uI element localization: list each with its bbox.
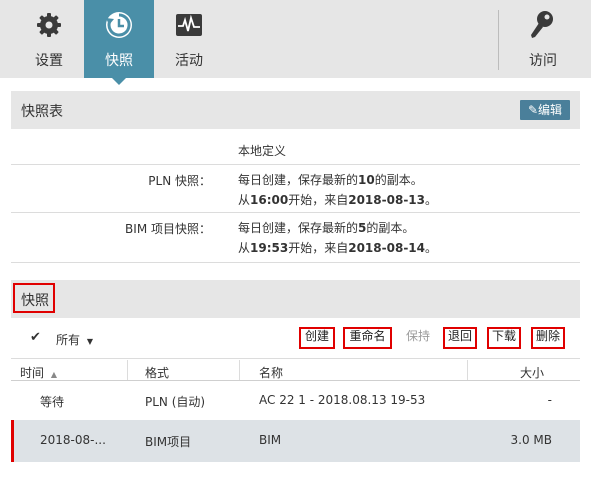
column-separator bbox=[467, 360, 468, 380]
column-separator bbox=[127, 360, 128, 380]
table-row-selected[interactable]: 2018-08-... BIM项目 BIM 3.0 MB bbox=[11, 420, 580, 462]
tab-activity-label: 活动 bbox=[175, 53, 203, 69]
nav-divider bbox=[498, 10, 499, 70]
row-name: BIM bbox=[259, 433, 282, 447]
tab-access[interactable]: 访问 bbox=[508, 0, 578, 78]
column-separator bbox=[239, 360, 240, 380]
sort-up-icon: ▲ bbox=[50, 370, 57, 379]
bim-snapshot-description: 每日创建，保存最新的5的副本。 从19:53开始，来自2018-08-14。 bbox=[238, 221, 438, 255]
divider bbox=[11, 212, 580, 213]
local-definition-text: 本地定义 bbox=[238, 144, 287, 158]
row-format: BIM项目 bbox=[145, 435, 192, 449]
keep-button[interactable]: 保持 bbox=[400, 327, 436, 349]
tab-settings[interactable]: 设置 bbox=[14, 0, 84, 78]
snapshots-header: 快照 bbox=[11, 280, 580, 318]
row-size: 3.0 MB bbox=[510, 433, 552, 447]
highlight-box bbox=[343, 327, 392, 349]
snapshot-table-header: 快照表 ✎编辑 bbox=[11, 91, 580, 129]
highlight-box bbox=[443, 327, 477, 349]
tab-activity[interactable]: 活动 bbox=[154, 0, 224, 78]
check-icon[interactable]: ✔ bbox=[30, 330, 41, 345]
tab-settings-label: 设置 bbox=[35, 53, 63, 69]
filter-dropdown[interactable]: 所有 ▼ bbox=[56, 331, 93, 348]
tab-access-label: 访问 bbox=[529, 53, 557, 69]
activity-icon bbox=[154, 10, 224, 40]
column-header-name[interactable]: 名称 bbox=[259, 364, 283, 381]
chevron-down-icon: ▼ bbox=[86, 337, 93, 346]
row-format: PLN (自动) bbox=[145, 395, 206, 409]
pln-snapshot-description: 每日创建，保存最新的10的副本。 从16:00开始，来自2018-08-13。 bbox=[238, 173, 438, 207]
highlight-box bbox=[299, 327, 335, 349]
tab-snapshots-label: 快照 bbox=[105, 53, 133, 69]
divider bbox=[11, 164, 580, 165]
snapshot-icon bbox=[84, 10, 154, 40]
pencil-icon: ✎ bbox=[527, 103, 539, 117]
column-header-format[interactable]: 格式 bbox=[145, 364, 169, 381]
bim-snapshot-label: BIM 项目快照： bbox=[125, 222, 211, 236]
tab-snapshots[interactable]: 快照 bbox=[84, 0, 154, 78]
divider bbox=[11, 358, 580, 359]
column-header-size[interactable]: 大小 bbox=[520, 364, 544, 381]
column-header-time[interactable]: 时间 ▲ bbox=[20, 364, 57, 381]
divider bbox=[11, 262, 580, 263]
highlight-box bbox=[487, 327, 521, 349]
highlight-box bbox=[531, 327, 565, 349]
snapshot-table-title: 快照表 bbox=[21, 104, 63, 120]
edit-button[interactable]: ✎编辑 bbox=[520, 100, 570, 120]
pln-snapshot-label: PLN 快照： bbox=[148, 174, 211, 188]
top-navigation-bar: 设置 快照 活动 访问 bbox=[0, 0, 591, 85]
row-name: AC 22 1 - 2018.08.13 19-53 bbox=[259, 393, 426, 407]
gear-icon bbox=[14, 10, 84, 40]
selection-marker bbox=[11, 420, 14, 462]
table-row[interactable]: 等待 PLN (自动) AC 22 1 - 2018.08.13 19-53 - bbox=[11, 381, 580, 419]
key-icon bbox=[508, 10, 578, 40]
active-tab-pointer bbox=[112, 78, 126, 85]
row-time: 等待 bbox=[40, 395, 65, 409]
highlight-box bbox=[13, 283, 55, 313]
row-time: 2018-08-... bbox=[40, 433, 106, 447]
row-size: - bbox=[547, 393, 552, 407]
